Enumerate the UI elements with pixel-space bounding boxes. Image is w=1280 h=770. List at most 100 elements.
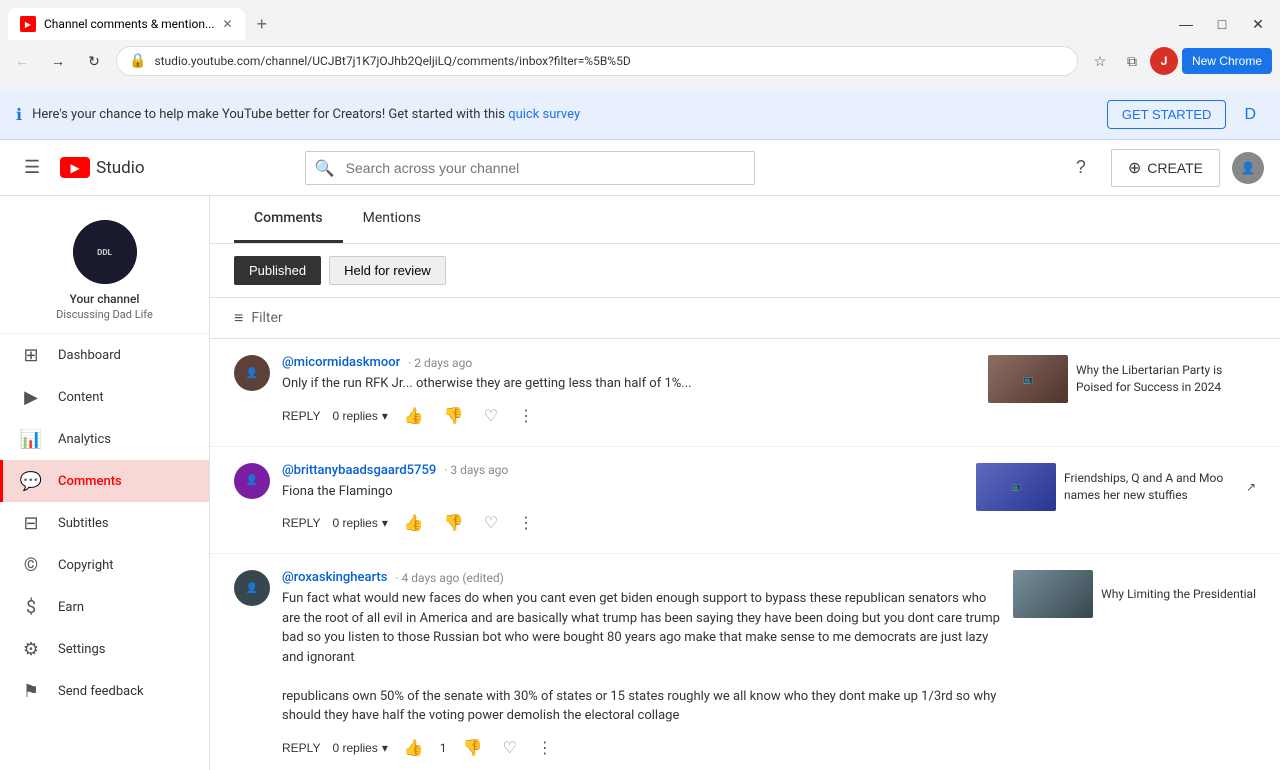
comment-text: Only if the run RFK Jr... otherwise they… <box>282 374 976 394</box>
comment-time: · 4 days ago (edited) <box>395 571 503 585</box>
sidebar-item-subtitles[interactable]: ⊟ Subtitles <box>0 502 209 544</box>
menu-toggle-button[interactable]: ☰ <box>16 149 48 186</box>
channel-logo-inner: DDL <box>73 220 137 284</box>
like-button[interactable]: 👍 <box>400 509 428 537</box>
search-bar: 🔍 <box>305 151 755 185</box>
tab-favicon: ▶ <box>20 16 36 32</box>
held-for-review-tab[interactable]: Held for review <box>329 256 446 285</box>
reply-button[interactable]: REPLY <box>282 516 320 530</box>
avatar: 👤 <box>234 570 270 606</box>
published-tab[interactable]: Published <box>234 256 321 285</box>
sidebar-item-content[interactable]: ▶ Content <box>0 376 209 418</box>
dislike-button[interactable]: 👎 <box>440 402 468 430</box>
more-options-button[interactable]: ⋮ <box>533 734 557 762</box>
sidebar-item-copyright[interactable]: © Copyright <box>0 544 209 586</box>
sidebar-item-comments[interactable]: 💬 Comments <box>0 460 209 502</box>
settings-icon: ⚙ <box>20 638 42 660</box>
comments-icon: 💬 <box>20 470 42 492</box>
video-title: Friendships, Q and A and Moo names her n… <box>1064 470 1238 504</box>
browser-tab[interactable]: ▶ Channel comments & mention... ✕ <box>8 8 245 40</box>
earn-label: Earn <box>58 600 84 615</box>
tab-mentions[interactable]: Mentions <box>343 196 441 243</box>
browser-chrome: ▶ Channel comments & mention... ✕ + — □ … <box>0 0 1280 90</box>
app-container: ☰ Studio 🔍 ? ⊕ CREATE 👤 DDL <box>0 140 1280 770</box>
channel-logo: DDL <box>73 220 137 284</box>
account-avatar[interactable]: 👤 <box>1232 152 1264 184</box>
sidebar-item-analytics[interactable]: 📊 Analytics <box>0 418 209 460</box>
dismiss-button[interactable]: D <box>1236 106 1264 124</box>
survey-link[interactable]: quick survey <box>508 107 580 122</box>
comment-body: @brittanybaadsgaard5759 · 3 days ago Fio… <box>282 463 964 538</box>
comment-video: Why Limiting the Presidential <box>1013 570 1256 618</box>
replies-button[interactable]: 0 replies ▾ <box>332 516 387 530</box>
close-window-button[interactable]: ✕ <box>1244 10 1272 38</box>
comment-meta: @brittanybaadsgaard5759 · 3 days ago <box>282 463 964 478</box>
comment-video: 📺 Why the Libertarian Party is Poised fo… <box>988 355 1256 403</box>
bookmark-button[interactable]: ☆ <box>1086 47 1114 75</box>
table-row: 👤 @brittanybaadsgaard5759 · 3 days ago F… <box>210 447 1280 555</box>
replies-button[interactable]: 0 replies ▾ <box>332 741 387 755</box>
url-display: studio.youtube.com/channel/UCJBt7j1K7jOJ… <box>154 54 630 68</box>
dashboard-icon: ⊞ <box>20 344 42 366</box>
tab-search-button[interactable]: ⧉ <box>1118 47 1146 75</box>
comments-header: Comments Mentions <box>210 196 1280 244</box>
earn-icon: $ <box>20 596 42 618</box>
tab-close-button[interactable]: ✕ <box>222 17 232 31</box>
video-thumbnail: 📺 <box>988 355 1068 403</box>
comment-author: @roxaskinghearts <box>282 570 387 585</box>
external-link-icon[interactable]: ↗ <box>1246 480 1256 494</box>
search-input[interactable] <box>305 151 755 185</box>
sidebar-item-earn[interactable]: $ Earn <box>0 586 209 628</box>
subtitles-icon: ⊟ <box>20 512 42 534</box>
new-chrome-button[interactable]: New Chrome <box>1182 48 1272 74</box>
forward-button[interactable]: → <box>44 47 72 75</box>
youtube-studio-logo[interactable]: Studio <box>60 157 144 178</box>
reply-button[interactable]: REPLY <box>282 741 320 755</box>
profile-circle[interactable]: J <box>1150 47 1178 75</box>
heart-button[interactable]: ♡ <box>480 402 502 430</box>
dislike-button[interactable]: 👎 <box>459 734 487 762</box>
comment-time: · 3 days ago <box>444 463 508 477</box>
table-row: 👤 @roxaskinghearts · 4 days ago (edited)… <box>210 554 1280 770</box>
comment-text: Fun fact what would new faces do when yo… <box>282 589 1001 726</box>
more-options-button[interactable]: ⋮ <box>514 402 538 430</box>
notification-banner: ℹ Here's your chance to help make YouTub… <box>0 90 1280 140</box>
replies-button[interactable]: 0 replies ▾ <box>332 409 387 423</box>
youtube-icon <box>60 157 90 178</box>
video-thumbnail <box>1013 570 1093 618</box>
sidebar-item-feedback[interactable]: ⚑ Send feedback <box>0 670 209 712</box>
channel-info: DDL Your channel Discussing Dad Life <box>0 204 209 334</box>
dislike-button[interactable]: 👎 <box>440 509 468 537</box>
tab-comments[interactable]: Comments <box>234 196 343 243</box>
like-button[interactable]: 👍 <box>400 734 428 762</box>
restore-button[interactable]: □ <box>1208 10 1236 38</box>
browser-controls: ← → ↻ 🔒 studio.youtube.com/channel/UCJBt… <box>0 40 1280 82</box>
comment-body: @micormidaskmoor · 2 days ago Only if th… <box>282 355 976 430</box>
sidebar-item-settings[interactable]: ⚙ Settings <box>0 628 209 670</box>
browser-actions: ☆ ⧉ J New Chrome <box>1086 47 1272 75</box>
help-button[interactable]: ? <box>1063 150 1099 186</box>
reply-button[interactable]: REPLY <box>282 409 320 423</box>
create-icon: ⊕ <box>1128 158 1141 178</box>
avatar: 👤 <box>234 355 270 391</box>
back-button[interactable]: ← <box>8 47 36 75</box>
heart-button[interactable]: ♡ <box>498 734 520 762</box>
search-icon: 🔍 <box>315 158 335 177</box>
more-options-button[interactable]: ⋮ <box>514 509 538 537</box>
create-button[interactable]: ⊕ CREATE <box>1111 149 1220 187</box>
reload-button[interactable]: ↻ <box>80 47 108 75</box>
create-label: CREATE <box>1147 160 1203 176</box>
channel-name: Discussing Dad Life <box>56 308 153 321</box>
sidebar-item-dashboard[interactable]: ⊞ Dashboard <box>0 334 209 376</box>
address-bar[interactable]: 🔒 studio.youtube.com/channel/UCJBt7j1K7j… <box>116 46 1078 76</box>
settings-label: Settings <box>58 642 105 657</box>
minimize-button[interactable]: — <box>1172 10 1200 38</box>
like-button[interactable]: 👍 <box>400 402 428 430</box>
feedback-label: Send feedback <box>58 684 144 699</box>
get-started-button[interactable]: GET STARTED <box>1107 100 1227 129</box>
video-thumbnail: 📺 <box>976 463 1056 511</box>
comment-meta: @micormidaskmoor · 2 days ago <box>282 355 976 370</box>
comment-actions: REPLY 0 replies ▾ 👍 1 👎 ♡ ⋮ <box>282 734 1001 762</box>
heart-button[interactable]: ♡ <box>480 509 502 537</box>
new-tab-button[interactable]: + <box>249 10 276 39</box>
